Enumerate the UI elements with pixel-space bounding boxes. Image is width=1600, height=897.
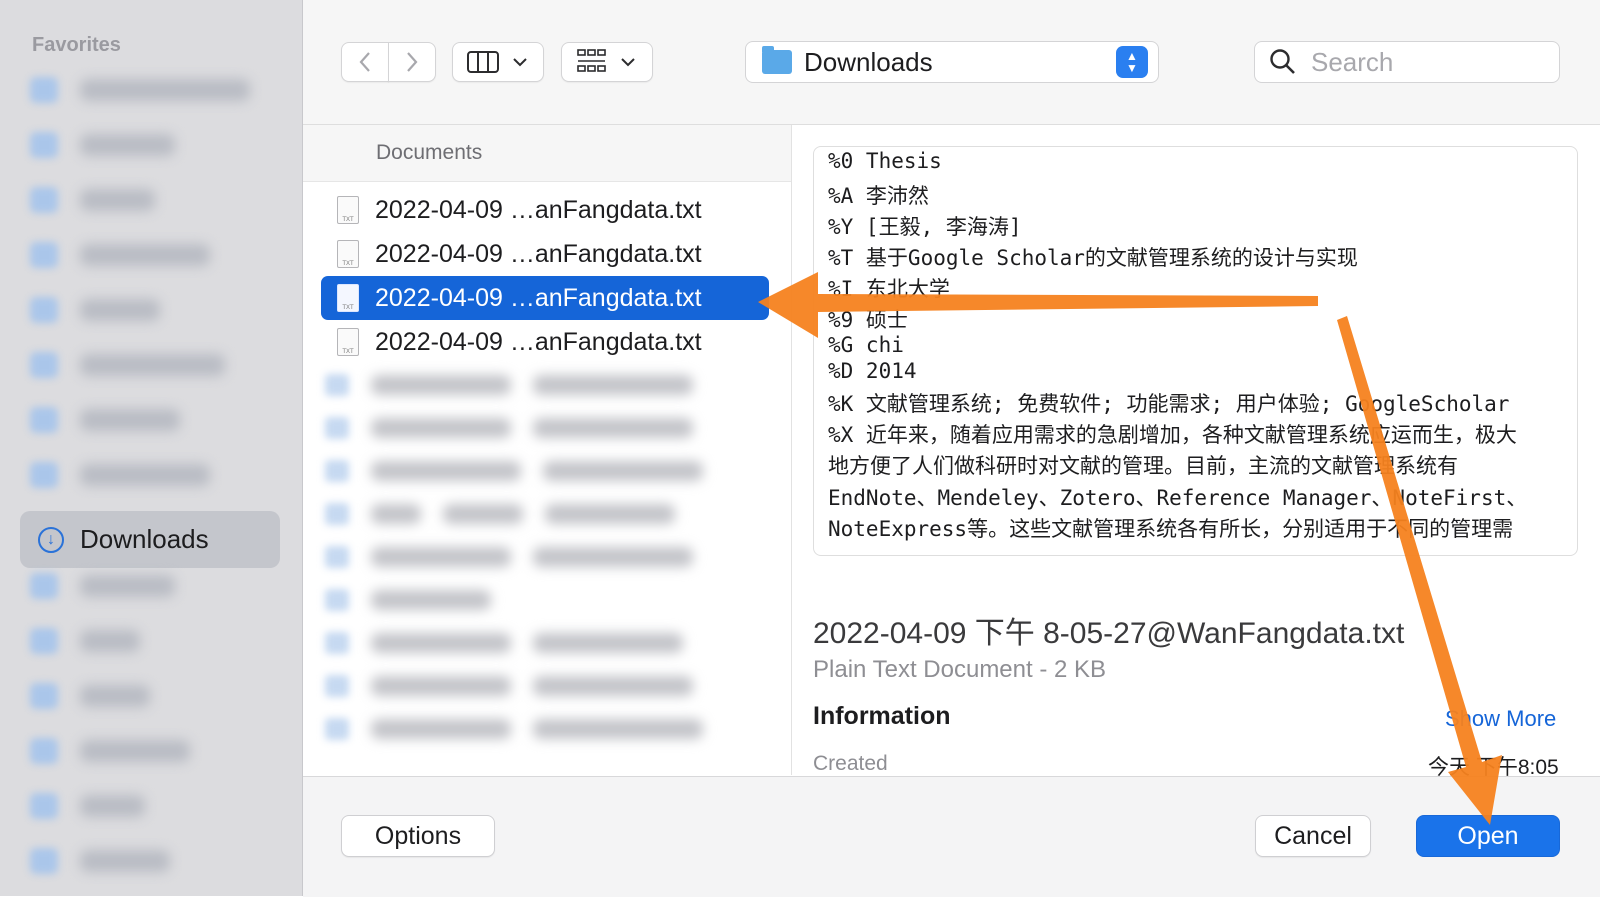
download-icon: ↓ (38, 526, 64, 553)
preview-line: %Y [王毅, 李海涛] (828, 215, 1022, 239)
options-button[interactable]: Options (341, 815, 495, 857)
file-row[interactable]: TXT 2022-04-09 …anFangdata.txt (321, 320, 769, 364)
forward-button[interactable] (388, 42, 436, 82)
preview-line: %0 Thesis (828, 149, 942, 173)
chevron-right-icon (407, 52, 418, 72)
sidebar-item-blurred[interactable] (30, 294, 160, 326)
text-preview: %0 Thesis %A 李沛然 %Y [王毅, 李海涛] %T 基于Googl… (813, 146, 1578, 556)
preview-file-title: 2022-04-09 下午 8-05-27@WanFangdata.txt (813, 617, 1405, 650)
sidebar-item-blurred[interactable] (30, 570, 175, 602)
preview-line: 地方便了人们做科研时对文献的管理。目前，主流的文献管理系统有 (828, 454, 1458, 478)
preview-file-kind: Plain Text Document - 2 KB (813, 656, 1107, 683)
file-row-selected[interactable]: TXT 2022-04-09 …anFangdata.txt (321, 276, 769, 320)
file-column: Documents TXT 2022-04-09 …anFangdata.txt… (303, 125, 792, 775)
sidebar-item-blurred[interactable] (30, 459, 210, 491)
sidebar-item-blurred[interactable] (30, 404, 180, 436)
preview-line: %K 文献管理系统; 免费软件; 功能需求; 用户体验; GoogleSchol… (828, 392, 1510, 416)
text-file-icon: TXT (337, 328, 359, 356)
location-label: Downloads (804, 46, 933, 77)
grid-icon (577, 49, 606, 72)
folder-icon (762, 46, 792, 74)
file-row[interactable]: TXT 2022-04-09 …anFangdata.txt (321, 188, 769, 232)
chevron-down-icon (621, 58, 635, 67)
preview-line: %T 基于Google Scholar的文献管理系统的设计与实现 (828, 246, 1358, 270)
view-mode-button[interactable] (452, 42, 544, 82)
sidebar-item-blurred[interactable] (30, 790, 145, 822)
back-button[interactable] (341, 42, 389, 82)
sidebar-item-blurred[interactable] (30, 74, 250, 106)
file-row-blurred[interactable] (325, 671, 693, 701)
sidebar-item-blurred[interactable] (30, 239, 210, 271)
sidebar-item-blurred[interactable] (30, 184, 155, 216)
preview-line: %G chi (828, 333, 904, 357)
search-field[interactable] (1254, 41, 1560, 83)
sidebar-item-blurred[interactable] (30, 680, 150, 712)
preview-line: %D 2014 (828, 359, 917, 383)
cancel-button[interactable]: Cancel (1255, 815, 1371, 857)
column-header: Documents (303, 125, 791, 182)
sidebar-item-blurred[interactable] (30, 845, 170, 877)
sidebar-item-downloads[interactable]: ↓ Downloads (20, 511, 280, 568)
file-name: 2022-04-09 …anFangdata.txt (375, 283, 702, 312)
chevron-left-icon (359, 52, 370, 72)
sidebar-item-blurred[interactable] (30, 625, 140, 657)
file-row-blurred[interactable] (325, 585, 491, 615)
preview-line: %9 硕士 (828, 308, 908, 332)
location-popup[interactable]: Downloads ▲ ▼ (745, 41, 1159, 83)
text-file-icon: TXT (337, 240, 359, 268)
file-row[interactable]: TXT 2022-04-09 …anFangdata.txt (321, 232, 769, 276)
file-row-blurred[interactable] (325, 628, 683, 658)
search-input[interactable] (1309, 45, 1533, 79)
file-name: 2022-04-09 …anFangdata.txt (375, 327, 702, 356)
updown-chevron-icon: ▲ ▼ (1116, 46, 1148, 78)
sidebar-item-label: Downloads (80, 524, 209, 554)
group-button[interactable] (561, 42, 653, 82)
sidebar-item-blurred[interactable] (30, 349, 225, 381)
file-name: 2022-04-09 …anFangdata.txt (375, 195, 702, 224)
file-row-blurred[interactable] (325, 499, 675, 529)
preview-line: %I 东北大学 (828, 277, 950, 301)
file-row-blurred[interactable] (325, 714, 703, 744)
information-heading: Information (813, 702, 951, 730)
preview-line: NoteExpress等。这些文献管理系统各有所长，分别适用于不同的管理需 (828, 517, 1514, 541)
favorites-heading: Favorites (32, 34, 121, 56)
file-name: 2022-04-09 …anFangdata.txt (375, 239, 702, 268)
file-row-blurred[interactable] (325, 413, 693, 443)
file-row-blurred[interactable] (325, 542, 693, 572)
preview-line: EndNote、Mendeley、Zotero、Reference Manage… (828, 486, 1528, 510)
sidebar: Favorites ↓ Downloads (0, 0, 303, 896)
search-icon (1270, 49, 1295, 74)
file-row-blurred[interactable] (325, 370, 693, 400)
created-label: Created (813, 752, 888, 775)
sidebar-item-blurred[interactable] (30, 129, 175, 161)
chevron-down-icon (513, 58, 527, 67)
dialog-footer (303, 776, 1600, 897)
open-button[interactable]: Open (1416, 815, 1560, 857)
columns-icon (467, 51, 499, 73)
show-more-link[interactable]: Show More (1445, 706, 1556, 732)
text-file-icon: TXT (337, 284, 359, 312)
text-file-icon: TXT (337, 196, 359, 224)
file-row-blurred[interactable] (325, 456, 703, 486)
sidebar-item-blurred[interactable] (30, 735, 190, 767)
column-header-label: Documents (376, 141, 483, 164)
preview-line: %A 李沛然 (828, 184, 929, 208)
preview-line: %X 近年来，随着应用需求的急剧增加，各种文献管理系统应运而生，极大 (828, 423, 1517, 447)
